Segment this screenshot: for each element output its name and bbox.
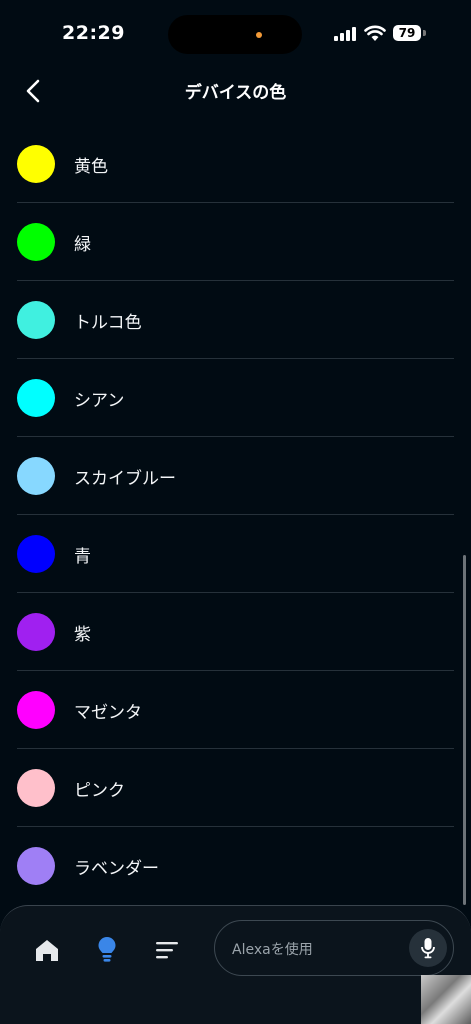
microphone-button[interactable] — [409, 929, 447, 967]
color-swatch — [17, 769, 55, 807]
status-time: 22:29 — [62, 22, 125, 44]
color-option[interactable]: マゼンタ — [0, 671, 471, 749]
color-option[interactable]: 緑 — [0, 203, 471, 281]
color-swatch — [17, 145, 55, 183]
color-option[interactable]: シアン — [0, 359, 471, 437]
color-label: シアン — [74, 391, 125, 411]
color-swatch — [17, 301, 55, 339]
alexa-input-placeholder: Alexaを使用 — [232, 942, 313, 958]
color-swatch — [17, 691, 55, 729]
home-icon — [36, 940, 58, 961]
nav-devices-button[interactable] — [93, 936, 121, 964]
alexa-input[interactable]: Alexaを使用 — [214, 920, 454, 976]
color-label: 緑 — [74, 235, 91, 255]
battery-cap — [423, 30, 426, 36]
color-label: スカイブルー — [74, 469, 176, 489]
color-label: マゼンタ — [74, 703, 142, 723]
color-label: ピンク — [74, 781, 125, 801]
color-option[interactable]: ピンク — [0, 749, 471, 827]
bottom-nav: Alexaを使用 — [0, 905, 471, 1024]
color-swatch — [17, 613, 55, 651]
status-bar: 22:29 79 — [0, 0, 471, 70]
header: デバイスの色 — [0, 70, 471, 110]
wifi-icon — [364, 25, 386, 41]
dynamic-island — [168, 15, 302, 54]
recording-dot-icon — [256, 32, 262, 38]
screenshot-thumbnail[interactable] — [421, 975, 471, 1024]
nav-more-button[interactable] — [153, 936, 181, 964]
microphone-icon — [421, 938, 435, 959]
color-swatch — [17, 535, 55, 573]
screen: 22:29 79 デバイスの色 黄色緑トルコ色シアンスカイブルー青紫マゼンタピン… — [0, 0, 471, 1024]
color-swatch — [17, 847, 55, 885]
devices-bulb-icon — [98, 937, 116, 962]
color-label: 青 — [74, 547, 91, 567]
color-option[interactable]: 紫 — [0, 593, 471, 671]
color-option[interactable]: 黄色 — [0, 125, 471, 203]
more-menu-icon — [156, 942, 178, 959]
nav-home-button[interactable] — [33, 936, 61, 964]
color-label: トルコ色 — [74, 313, 142, 333]
color-swatch — [17, 457, 55, 495]
color-list: 黄色緑トルコ色シアンスカイブルー青紫マゼンタピンクラベンダー — [0, 125, 471, 905]
color-option[interactable]: 青 — [0, 515, 471, 593]
color-label: ラベンダー — [74, 859, 159, 879]
color-label: 黄色 — [74, 157, 108, 177]
color-option[interactable]: ラベンダー — [0, 827, 471, 905]
color-swatch — [17, 223, 55, 261]
cellular-signal-icon — [334, 27, 358, 41]
battery-icon: 79 — [393, 25, 421, 41]
color-option[interactable]: スカイブルー — [0, 437, 471, 515]
color-label: 紫 — [74, 625, 91, 645]
page-title: デバイスの色 — [184, 83, 287, 103]
scrollbar[interactable] — [463, 555, 466, 905]
color-option[interactable]: トルコ色 — [0, 281, 471, 359]
color-swatch — [17, 379, 55, 417]
